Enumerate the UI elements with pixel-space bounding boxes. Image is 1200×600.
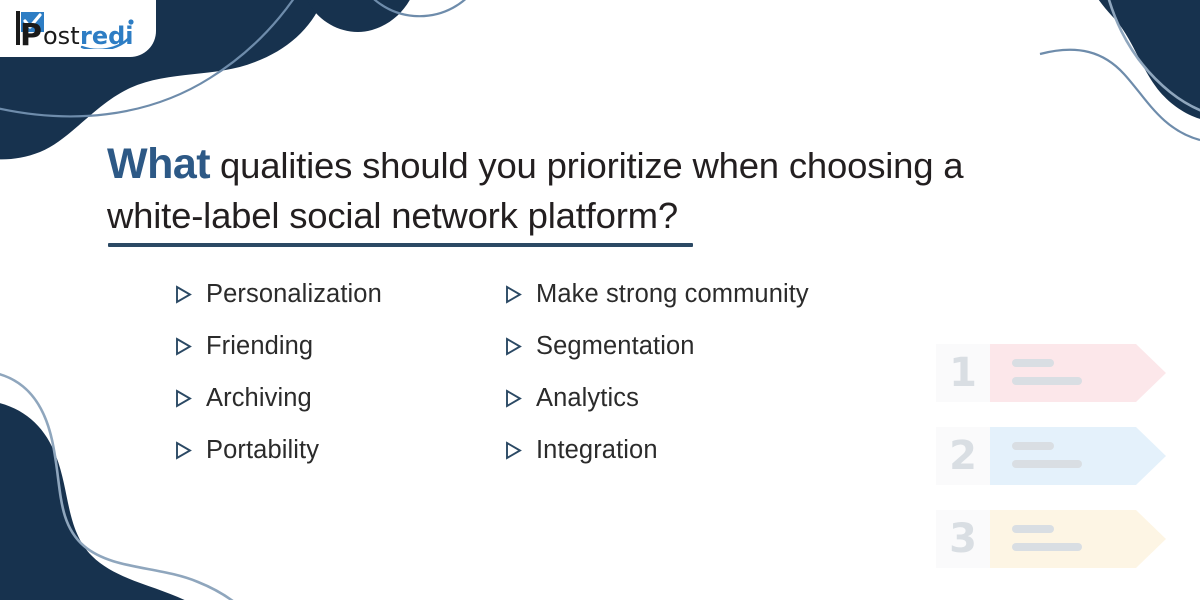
page-title-accent-word: What xyxy=(107,140,211,188)
ranking-number-box: 1 xyxy=(936,344,990,402)
title-underline-rule xyxy=(108,243,693,247)
placeholder-line-long xyxy=(1012,543,1082,551)
features-column-left: Personalization Friending Archiving Port… xyxy=(175,268,505,476)
list-item-label: Friending xyxy=(206,331,314,360)
curve-line-top-right xyxy=(1039,48,1200,142)
logo-text-accent: redi xyxy=(80,22,134,49)
list-item-label: Integration xyxy=(536,435,658,464)
logo-dot xyxy=(128,18,134,25)
placeholder-lines xyxy=(1012,359,1082,385)
list-item[interactable]: Segmentation xyxy=(505,320,925,372)
page-title-rest: qualities should you prioritize when cho… xyxy=(107,145,964,236)
logo-p-glyph: P xyxy=(20,18,42,49)
triangle-right-outline-icon xyxy=(176,336,192,356)
list-item[interactable]: Make strong community xyxy=(505,268,925,320)
triangle-right-outline-icon xyxy=(506,336,522,356)
triangle-right-outline-icon xyxy=(506,284,522,304)
navy-blob-bottom-left xyxy=(0,403,185,600)
list-item-label: Archiving xyxy=(206,383,312,412)
list-item-label: Make strong community xyxy=(536,279,809,308)
list-item[interactable]: Archiving xyxy=(175,372,505,424)
placeholder-line-long xyxy=(1012,377,1082,385)
navy-blob-top-center xyxy=(307,0,410,32)
curve-line-top-center xyxy=(373,0,466,18)
list-item-label: Analytics xyxy=(536,383,639,412)
list-item[interactable]: Personalization xyxy=(175,268,505,320)
ranking-decoration-graphic: 1 2 3 xyxy=(936,344,1166,579)
heading-block: What qualities should you prioritize whe… xyxy=(107,139,967,247)
ranking-bar xyxy=(990,510,1166,568)
placeholder-line-short xyxy=(1012,525,1054,533)
ranking-row: 3 xyxy=(936,510,1166,568)
list-item[interactable]: Integration xyxy=(505,424,925,476)
brand-logo[interactable]: P ost redi xyxy=(0,0,156,57)
features-list: Personalization Friending Archiving Port… xyxy=(175,268,925,476)
logo-text-dark: ost xyxy=(43,22,80,49)
ranking-row: 1 xyxy=(936,344,1166,402)
postredi-logo-icon: P ost redi xyxy=(16,10,134,49)
navy-blob-top-right xyxy=(1098,0,1200,119)
placeholder-lines xyxy=(1012,442,1082,468)
list-item[interactable]: Analytics xyxy=(505,372,925,424)
poster-canvas: P ost redi What qualities should you pri… xyxy=(0,0,1200,600)
list-item[interactable]: Portability xyxy=(175,424,505,476)
triangle-right-outline-icon xyxy=(506,440,522,460)
page-title: What qualities should you prioritize whe… xyxy=(107,139,967,241)
list-item-label: Personalization xyxy=(206,279,382,308)
list-item[interactable]: Friending xyxy=(175,320,505,372)
ranking-number: 1 xyxy=(949,350,977,396)
ranking-bar xyxy=(990,427,1166,485)
ranking-number: 3 xyxy=(949,516,977,562)
features-column-right: Make strong community Segmentation Analy… xyxy=(505,268,925,476)
ranking-number: 2 xyxy=(949,433,977,479)
placeholder-line-short xyxy=(1012,359,1054,367)
ranking-bar xyxy=(990,344,1166,402)
placeholder-line-long xyxy=(1012,460,1082,468)
curve-line-top-right-2 xyxy=(1107,0,1200,112)
placeholder-line-short xyxy=(1012,442,1054,450)
ranking-row: 2 xyxy=(936,427,1166,485)
placeholder-lines xyxy=(1012,525,1082,551)
list-item-label: Segmentation xyxy=(536,331,695,360)
triangle-right-outline-icon xyxy=(176,388,192,408)
ranking-number-box: 2 xyxy=(936,427,990,485)
triangle-right-outline-icon xyxy=(176,284,192,304)
ranking-number-box: 3 xyxy=(936,510,990,568)
triangle-right-outline-icon xyxy=(506,388,522,408)
triangle-right-outline-icon xyxy=(176,440,192,460)
list-item-label: Portability xyxy=(206,435,320,464)
